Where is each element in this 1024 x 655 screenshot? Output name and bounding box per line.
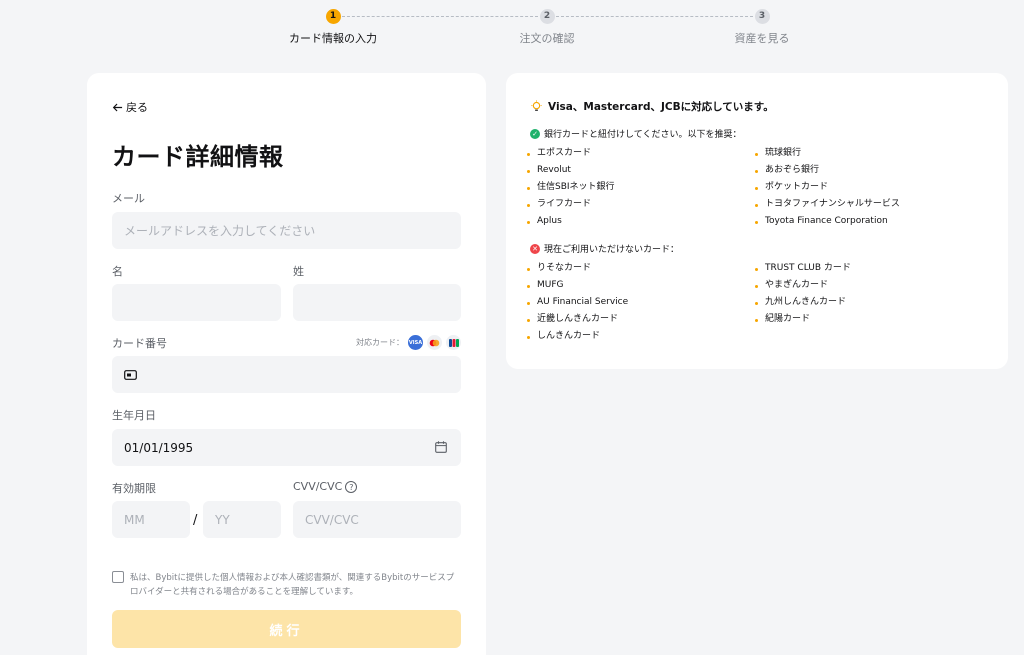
email-field[interactable]: メールアドレスを入力してください <box>112 212 461 249</box>
check-circle-icon: ✓ <box>530 128 540 139</box>
first-name-label: 名 <box>112 265 123 278</box>
visa-logo-icon: VISA <box>408 335 423 350</box>
list-item: TRUST CLUB カード <box>755 260 975 277</box>
continue-button[interactable]: 続行 <box>112 610 461 648</box>
recommended-list-left: エポスカード Revolut 住信SBIネット銀行 ライフカード Aplus <box>527 145 747 230</box>
list-item: 紀陽カード <box>755 311 975 328</box>
step-label: 資産を見る <box>734 32 790 45</box>
list-item: 住信SBIネット銀行 <box>527 179 747 196</box>
list-item: ポケットカード <box>755 179 975 196</box>
jcb-logo-icon <box>446 335 461 350</box>
unavailable-list-left: りそなカード MUFG AU Financial Service 近畿しんきんカ… <box>527 260 747 345</box>
step-number: 1 <box>325 9 341 24</box>
list-item: 琉球銀行 <box>755 145 975 162</box>
list-item: あおぞら銀行 <box>755 162 975 179</box>
step-3: 3 資産を見る <box>707 9 817 46</box>
card-number-label: カード番号 <box>112 337 167 350</box>
list-item: 近畿しんきんカード <box>527 311 747 328</box>
list-item: エポスカード <box>527 145 747 162</box>
recommended-heading-row: ✓ 銀行カードと紐付けしてください。以下を推奨： <box>530 127 741 140</box>
step-2: 2 注文の確認 <box>492 9 602 46</box>
progress-stepper: 1 カード情報の入力 2 注文の確認 3 資産を見る <box>288 9 808 49</box>
list-item: AU Financial Service <box>527 294 747 311</box>
back-label: 戻る <box>126 101 148 114</box>
cvv-placeholder: CVV/CVC <box>305 512 359 527</box>
list-item: ライフカード <box>527 196 747 213</box>
help-circle-icon[interactable]: ? <box>345 481 358 493</box>
calendar-icon[interactable] <box>435 441 447 453</box>
card-icon <box>124 369 137 380</box>
dob-value: 01/01/1995 <box>124 440 194 455</box>
supported-cards-info: Visa、Mastercard、JCBに対応しています。 ✓ 銀行カードと紐付け… <box>506 73 1008 369</box>
consent-checkbox[interactable] <box>112 571 124 583</box>
unavailable-heading: 現在ご利用いただけないカード： <box>544 245 680 255</box>
supported-cards: 対応カード： VISA <box>356 335 461 350</box>
last-name-field[interactable] <box>293 284 461 321</box>
expiry-year-field[interactable]: YY <box>203 501 281 538</box>
step-label: カード情報の入力 <box>289 32 377 45</box>
list-item: トヨタファイナンシャルサービス <box>755 196 975 213</box>
email-label: メール <box>112 192 145 205</box>
step-number: 3 <box>754 9 770 24</box>
list-item: やまぎんカード <box>755 277 975 294</box>
info-title-row: Visa、Mastercard、JCBに対応しています。 <box>530 99 774 114</box>
list-item: Revolut <box>527 162 747 179</box>
expiry-label: 有効期限 <box>112 482 156 495</box>
list-item: Toyota Finance Corporation <box>755 213 975 230</box>
list-item: 九州しんきんカード <box>755 294 975 311</box>
first-name-field[interactable] <box>112 284 281 321</box>
expiry-separator: / <box>193 513 198 528</box>
unavailable-heading-row: ✕ 現在ご利用いただけないカード： <box>530 242 679 255</box>
recommended-heading: 銀行カードと紐付けしてください。以下を推奨： <box>544 130 742 140</box>
yy-placeholder: YY <box>215 512 230 527</box>
page-title: カード詳細情報 <box>112 143 284 171</box>
back-button[interactable]: 戻る <box>112 99 148 115</box>
unavailable-list-right: TRUST CLUB カード やまぎんカード 九州しんきんカード 紀陽カード <box>755 260 975 328</box>
step-number: 2 <box>539 9 555 24</box>
mastercard-logo-icon <box>427 335 442 350</box>
list-item: しんきんカード <box>527 328 747 345</box>
step-label: 注文の確認 <box>519 32 575 45</box>
dob-label: 生年月日 <box>112 409 156 422</box>
card-number-field[interactable] <box>112 356 461 393</box>
expiry-month-field[interactable]: MM <box>112 501 190 538</box>
cvv-field[interactable]: CVV/CVC <box>293 501 461 538</box>
step-1: 1 カード情報の入力 <box>278 9 388 46</box>
list-item: Aplus <box>527 213 747 230</box>
email-placeholder: メールアドレスを入力してください <box>124 224 316 238</box>
card-details-form: 戻る カード詳細情報 メール メールアドレスを入力してください 名 姓 カード番… <box>87 73 486 655</box>
cvv-label: CVV/CVC <box>293 480 343 493</box>
arrow-left-icon <box>112 103 123 111</box>
dob-field[interactable]: 01/01/1995 <box>112 429 461 466</box>
list-item: MUFG <box>527 277 747 294</box>
recommended-list-right: 琉球銀行 あおぞら銀行 ポケットカード トヨタファイナンシャルサービス Toyo… <box>755 145 975 230</box>
mm-placeholder: MM <box>124 512 145 527</box>
consent-text: 私は、Bybitに提供した個人情報および本人確認書類が、関連するBybitのサー… <box>130 573 455 597</box>
list-item: りそなカード <box>527 260 747 277</box>
last-name-label: 姓 <box>293 265 304 278</box>
supported-cards-label: 対応カード： <box>356 338 404 347</box>
cvv-label-row: CVV/CVC? <box>293 480 358 493</box>
x-circle-icon: ✕ <box>530 243 540 254</box>
lightbulb-icon <box>531 100 542 111</box>
info-title: Visa、Mastercard、JCBに対応しています。 <box>548 101 774 113</box>
